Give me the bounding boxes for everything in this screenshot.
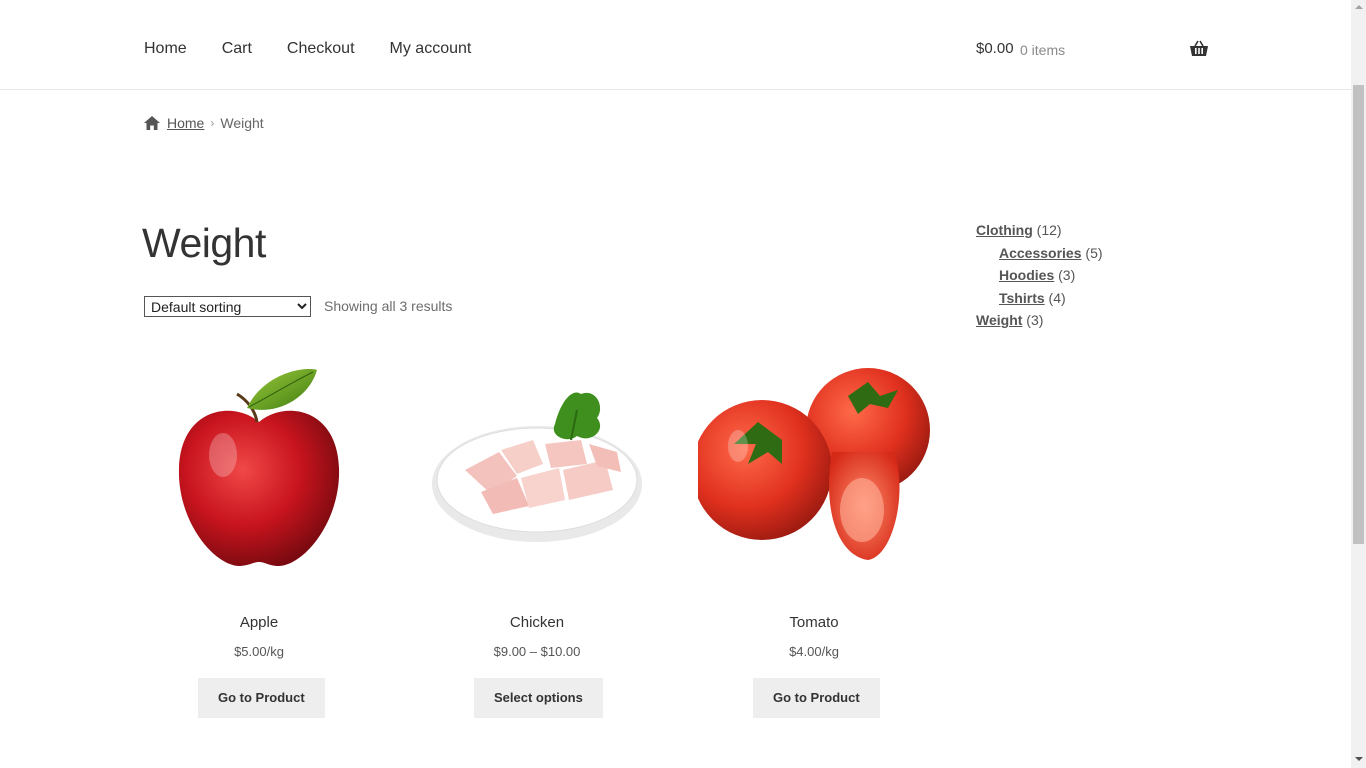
chicken-image[interactable]	[421, 360, 653, 590]
vertical-scrollbar[interactable]	[1351, 0, 1366, 768]
product-card-chicken: Chicken $9.00 – $10.00 Select options	[421, 360, 653, 718]
category-item-clothing: Clothing (12)	[976, 219, 1103, 242]
home-icon	[144, 116, 160, 130]
nav-home[interactable]: Home	[144, 39, 187, 59]
category-link[interactable]: Tshirts	[999, 290, 1045, 306]
result-count: Showing all 3 results	[324, 298, 453, 314]
category-count: (5)	[1085, 244, 1103, 261]
site-header: Home Cart Checkout My account $0.00 0 it…	[0, 0, 1351, 90]
product-name[interactable]: Tomato	[698, 613, 930, 633]
category-link[interactable]: Accessories	[999, 245, 1082, 261]
breadcrumb-home-link[interactable]: Home	[167, 114, 204, 132]
product-price: $4.00/kg	[789, 644, 839, 659]
basket-icon[interactable]	[1189, 40, 1209, 58]
go-to-product-button[interactable]: Go to Product	[198, 678, 325, 718]
primary-navigation: Home Cart Checkout My account	[144, 39, 506, 59]
product-card-tomato: Tomato $4.00/kg Go to Product	[692, 360, 930, 718]
product-price: $5.00/kg	[234, 644, 284, 659]
go-to-product-button[interactable]: Go to Product	[753, 678, 880, 718]
select-options-button[interactable]: Select options	[474, 678, 603, 718]
product-card-apple: Apple $5.00/kg Go to Product	[143, 360, 375, 718]
category-link[interactable]: Clothing	[976, 222, 1033, 238]
category-item-accessories: Accessories (5)	[976, 242, 1103, 265]
category-link[interactable]: Weight	[976, 312, 1022, 328]
scroll-down-arrow-icon[interactable]	[1355, 757, 1363, 761]
breadcrumb: Home › Weight	[144, 114, 264, 132]
category-item-tshirts: Tshirts (4)	[976, 287, 1103, 310]
product-name[interactable]: Apple	[143, 613, 375, 633]
category-item-hoodies: Hoodies (3)	[976, 264, 1103, 287]
product-categories-widget: Clothing (12) Accessories (5) Hoodies (3…	[976, 219, 1103, 332]
page-title: Weight	[142, 220, 266, 266]
breadcrumb-separator: ›	[210, 116, 215, 130]
breadcrumb-current: Weight	[220, 115, 264, 131]
cart-total[interactable]: $0.00	[976, 39, 1014, 59]
tomato-image[interactable]	[692, 360, 930, 590]
cart-count[interactable]: 0 items	[1020, 40, 1065, 60]
product-price: $9.00 – $10.00	[493, 644, 581, 659]
sorting-select[interactable]: Default sorting	[144, 296, 311, 317]
apple-image[interactable]	[143, 360, 375, 590]
category-link[interactable]: Hoodies	[999, 267, 1054, 283]
category-item-weight: Weight (3)	[976, 309, 1103, 332]
product-name[interactable]: Chicken	[421, 613, 653, 633]
category-count: (3)	[1026, 312, 1044, 329]
scrollbar-thumb[interactable]	[1353, 85, 1364, 544]
scroll-up-arrow-icon[interactable]	[1355, 5, 1363, 9]
category-count: (12)	[1036, 222, 1062, 238]
nav-my-account[interactable]: My account	[390, 39, 472, 59]
category-count: (3)	[1058, 267, 1076, 284]
nav-cart[interactable]: Cart	[222, 39, 252, 59]
nav-checkout[interactable]: Checkout	[287, 39, 355, 59]
category-count: (4)	[1048, 289, 1066, 306]
